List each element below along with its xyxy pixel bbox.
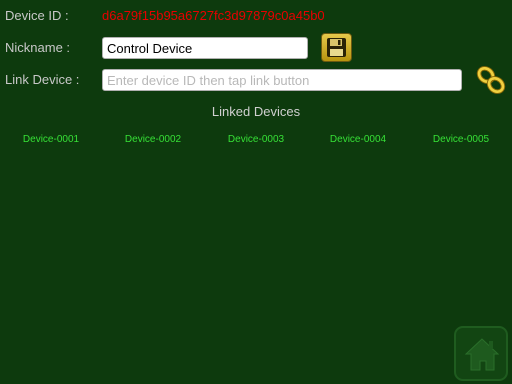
home-button[interactable]	[454, 326, 508, 381]
linked-devices-title: Linked Devices	[211, 104, 301, 119]
device-item[interactable]: Device-0001	[23, 133, 79, 147]
device-id-value: d6a79f15b95a6727fc3d97879c0a45b0	[102, 8, 325, 23]
device-item[interactable]: Device-0002	[125, 133, 181, 147]
nickname-label: Nickname :	[5, 40, 71, 55]
link-device-label: Link Device :	[5, 72, 80, 87]
save-button[interactable]	[321, 33, 352, 62]
link-button[interactable]	[476, 66, 506, 94]
nickname-field[interactable]	[102, 37, 308, 59]
device-item[interactable]: Device-0004	[330, 133, 386, 147]
device-item[interactable]: Device-0003	[228, 133, 284, 147]
device-id-label: Device ID :	[5, 8, 69, 23]
chain-link-icon	[476, 66, 506, 94]
home-icon	[464, 338, 500, 371]
link-device-input[interactable]	[102, 69, 462, 91]
device-item[interactable]: Device-0005	[433, 133, 489, 147]
linked-devices-list: Device-0001 Device-0002 Device-0003 Devi…	[0, 133, 512, 149]
floppy-disk-icon	[327, 38, 346, 57]
